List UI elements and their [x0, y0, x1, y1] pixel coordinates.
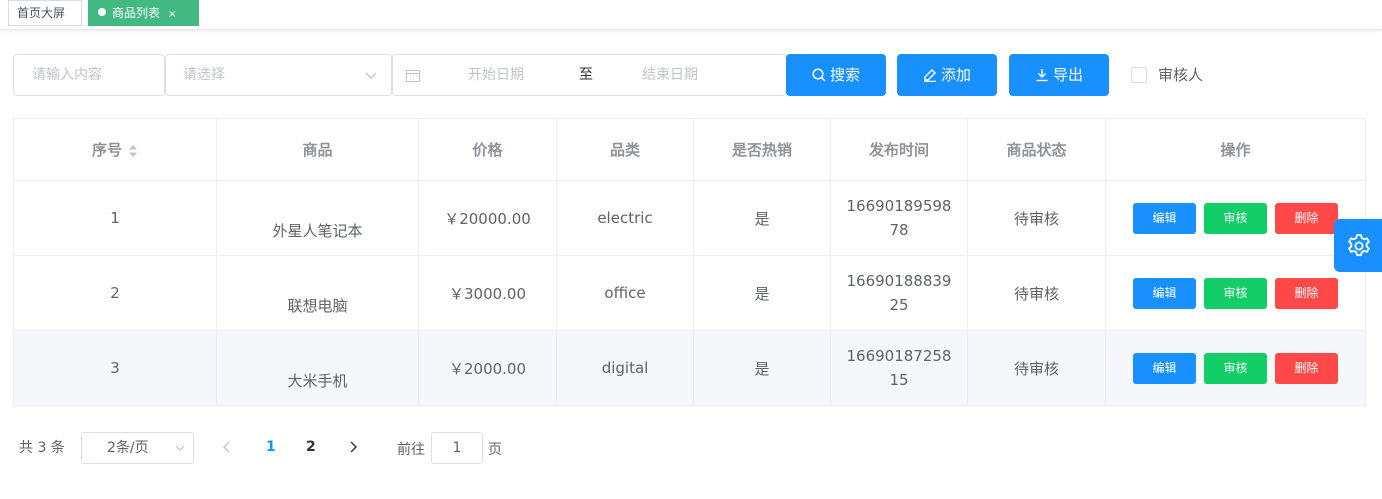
cell-index: 3: [13, 330, 217, 406]
table-row: 3 大米手机 ￥2000.00 digital 是 1669018725815 …: [13, 330, 1366, 406]
pagination-total: 共 3 条: [19, 440, 65, 456]
export-button[interactable]: 导出: [1009, 54, 1109, 96]
cell-price: ￥3000.00: [418, 255, 557, 331]
reviewer-label[interactable]: 审核人: [1158, 64, 1203, 85]
cell-status: 待审核: [967, 330, 1106, 406]
export-label: 导出: [1052, 66, 1083, 84]
category-select[interactable]: 请选择: [165, 54, 392, 96]
edit-button[interactable]: 编辑: [1133, 352, 1196, 384]
cell-goods: 外星人笔记本: [216, 180, 419, 256]
table-row: 1 外星人笔记本 ￥20000.00 electric 是 1669018959…: [13, 180, 1366, 256]
cell-goods: 大米手机: [216, 330, 419, 406]
cell-category: office: [556, 255, 694, 331]
tags-view-bar: 首页大屏 商品列表 ×: [0, 0, 1382, 30]
header-price: 价格: [418, 118, 557, 181]
delete-button[interactable]: 删除: [1275, 352, 1338, 384]
chevron-down-icon: [175, 445, 185, 451]
start-date-input[interactable]: 开始日期: [468, 55, 524, 95]
tag-home-screen[interactable]: 首页大屏: [8, 0, 82, 26]
header-index[interactable]: 序号: [13, 118, 217, 181]
goods-name: 大米手机: [287, 371, 348, 390]
calendar-icon: [406, 70, 420, 82]
cell-goods: 联想电脑: [216, 255, 419, 331]
tag-product-list[interactable]: 商品列表 ×: [88, 0, 199, 26]
end-date-input[interactable]: 结束日期: [642, 55, 698, 95]
date-range-picker[interactable]: 开始日期 至 结束日期: [392, 54, 787, 96]
cell-hot: 是: [693, 255, 831, 331]
cell-actions: 编辑 审核 删除: [1105, 180, 1366, 256]
tag-label: 商品列表: [112, 6, 161, 20]
goto-prefix: 前往: [397, 442, 425, 458]
cell-actions: 编辑 审核 删除: [1105, 255, 1366, 331]
add-label: 添加: [940, 66, 971, 84]
next-page-icon[interactable]: [346, 440, 360, 454]
edit-button[interactable]: 编辑: [1133, 277, 1196, 309]
table-row: 2 联想电脑 ￥3000.00 office 是 1669018883925 待…: [13, 255, 1366, 331]
select-placeholder: 请选择: [183, 67, 225, 83]
audit-button[interactable]: 审核: [1204, 277, 1267, 309]
header-hot: 是否热销: [693, 118, 831, 181]
cell-publish-time: 1669018959878: [830, 180, 968, 256]
delete-button[interactable]: 删除: [1275, 202, 1338, 234]
gear-icon: [1348, 234, 1370, 257]
header-index-label: 序号: [91, 141, 122, 159]
chevron-down-icon: [365, 72, 377, 79]
cell-hot: 是: [693, 180, 831, 256]
search-label: 搜索: [829, 66, 860, 84]
audit-button[interactable]: 审核: [1204, 202, 1267, 234]
tag-label: 首页大屏: [17, 6, 66, 20]
add-button[interactable]: 添加: [897, 54, 997, 96]
goods-name: 外星人笔记本: [272, 221, 363, 240]
publish-time: 1669018725815: [846, 347, 952, 389]
active-dot-icon: [98, 8, 106, 16]
cell-index: 2: [13, 255, 217, 331]
header-actions: 操作: [1105, 118, 1366, 181]
table-header-row: 序号 商品 价格 品类 是否热销 发布时间 商品状态 操作: [13, 118, 1366, 181]
cell-hot: 是: [693, 330, 831, 406]
page-2[interactable]: 2: [306, 439, 316, 455]
prev-page-icon[interactable]: [220, 440, 234, 454]
page-1[interactable]: 1: [266, 439, 276, 455]
cell-actions: 编辑 审核 删除: [1105, 330, 1366, 406]
cell-category: electric: [556, 180, 694, 256]
settings-button[interactable]: [1334, 219, 1382, 272]
delete-button[interactable]: 删除: [1275, 277, 1338, 309]
goto-suffix: 页: [488, 442, 502, 458]
sort-icon[interactable]: [128, 144, 138, 158]
cell-status: 待审核: [967, 180, 1106, 256]
edit-button[interactable]: 编辑: [1133, 202, 1196, 234]
cell-index: 1: [13, 180, 217, 256]
search-button[interactable]: 搜索: [786, 54, 886, 96]
edit-icon: [923, 69, 936, 82]
cell-publish-time: 1669018725815: [830, 330, 968, 406]
header-goods: 商品: [216, 118, 419, 181]
download-icon: [1036, 69, 1048, 82]
cell-status: 待审核: [967, 255, 1106, 331]
publish-time: 1669018883925: [846, 272, 952, 314]
range-separator: 至: [579, 67, 593, 83]
page-size-select[interactable]: 2条/页: [81, 432, 194, 464]
header-publish-time: 发布时间: [830, 118, 968, 181]
cell-publish-time: 1669018883925: [830, 255, 968, 331]
cell-category: digital: [556, 330, 694, 406]
header-category: 品类: [556, 118, 694, 181]
keyword-placeholder: 请输入内容: [32, 67, 102, 83]
product-table: 序号 商品 价格 品类 是否热销 发布时间 商品状态 操作 1 外星人笔记本 ￥…: [13, 118, 1366, 406]
search-icon: [812, 68, 826, 82]
header-status: 商品状态: [967, 118, 1106, 181]
page-size-value: 2条/页: [107, 440, 149, 456]
reviewer-checkbox[interactable]: [1131, 67, 1147, 83]
keyword-input[interactable]: 请输入内容: [13, 54, 165, 96]
goto-page-input[interactable]: 1: [431, 432, 483, 464]
audit-button[interactable]: 审核: [1204, 352, 1267, 384]
close-icon[interactable]: ×: [168, 3, 176, 27]
publish-time: 1669018959878: [846, 197, 952, 239]
goods-name: 联想电脑: [287, 296, 348, 315]
cell-price: ￥2000.00: [418, 330, 557, 406]
cell-price: ￥20000.00: [418, 180, 557, 256]
